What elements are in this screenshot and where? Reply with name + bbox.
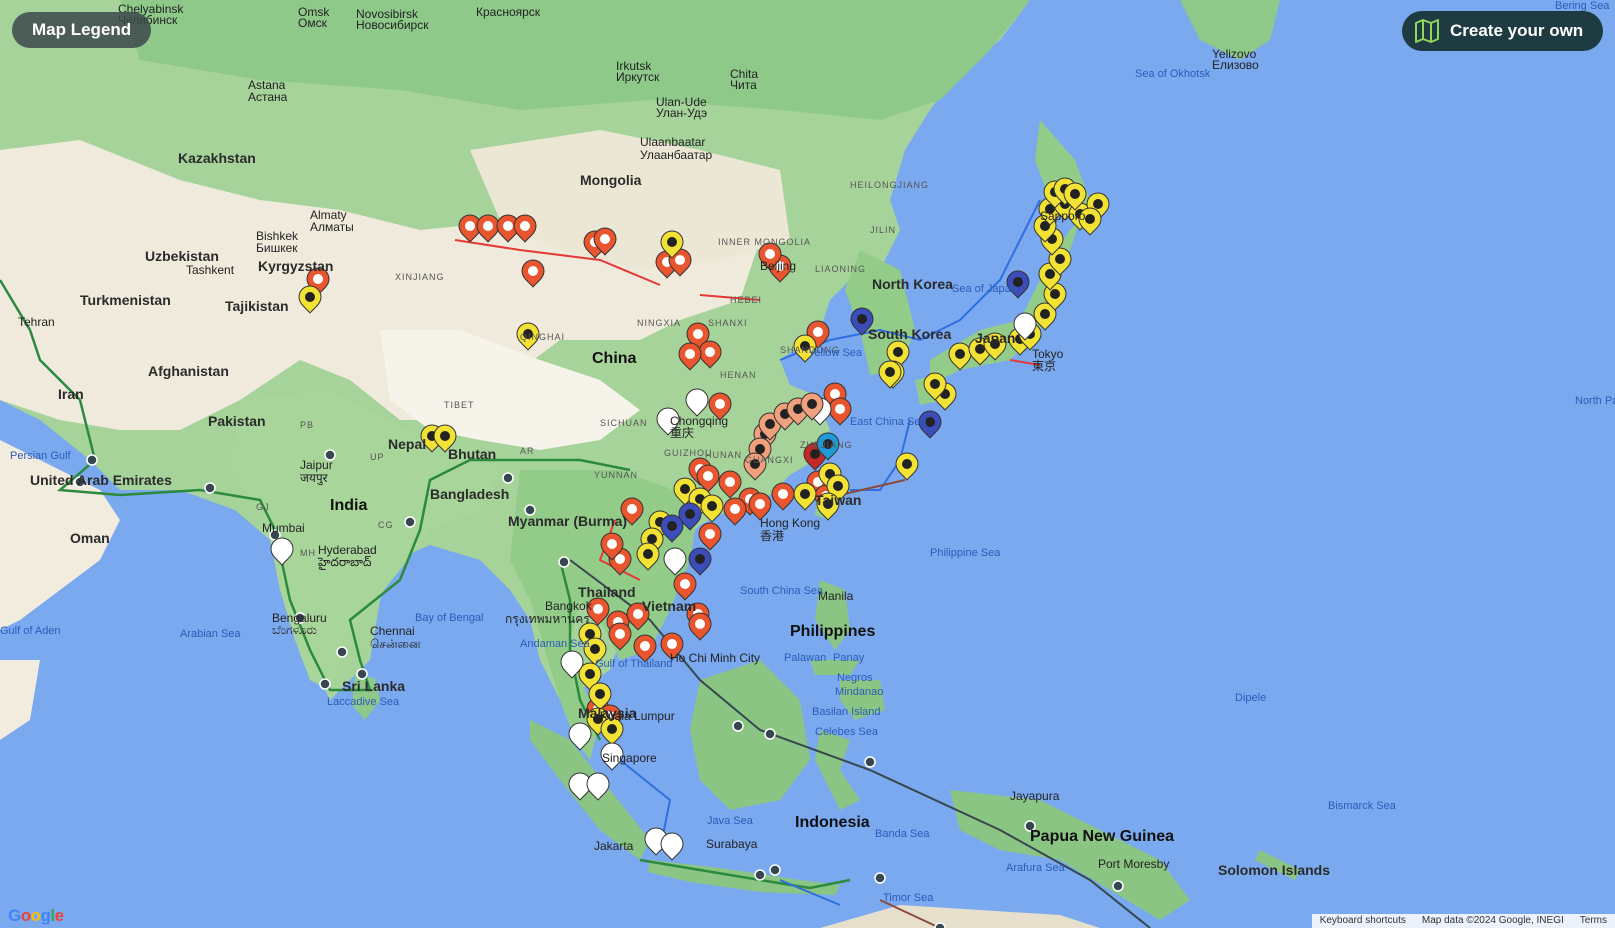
waypoint-dot[interactable] xyxy=(524,504,536,516)
waypoint-dot[interactable] xyxy=(204,482,216,494)
waypoint-dot[interactable] xyxy=(558,556,570,568)
terms-link[interactable]: Terms xyxy=(1572,914,1615,928)
waypoint-dot[interactable] xyxy=(764,728,776,740)
waypoint-dot[interactable] xyxy=(404,516,416,528)
waypoint-dot[interactable] xyxy=(864,756,876,768)
waypoint-dot[interactable] xyxy=(336,646,348,658)
waypoint-dot[interactable] xyxy=(74,476,86,488)
world-map[interactable] xyxy=(0,0,1615,928)
waypoint-dot[interactable] xyxy=(319,678,331,690)
create-your-own-label: Create your own xyxy=(1450,21,1584,40)
waypoint-dot[interactable] xyxy=(769,864,781,876)
map-attribution-bar: Keyboard shortcuts Map data ©2024 Google… xyxy=(1311,914,1615,928)
waypoint-dot[interactable] xyxy=(294,612,306,624)
waypoint-dot[interactable] xyxy=(356,668,368,680)
google-logo: Google xyxy=(8,906,64,925)
map-data-credit: Map data ©2024 Google, INEGI xyxy=(1421,915,1564,926)
waypoint-dot[interactable] xyxy=(1024,820,1036,832)
waypoint-dot[interactable] xyxy=(874,872,886,884)
keyboard-shortcuts-link[interactable]: Keyboard shortcuts xyxy=(1312,914,1414,928)
waypoint-dot[interactable] xyxy=(934,922,946,928)
waypoint-dot[interactable] xyxy=(324,449,336,461)
waypoint-dot[interactable] xyxy=(754,869,766,881)
map-legend-button[interactable]: Map Legend xyxy=(12,12,152,48)
map-legend-label: Map Legend xyxy=(32,20,132,39)
waypoint-dot[interactable] xyxy=(502,472,514,484)
create-your-own-button[interactable]: Create your own xyxy=(1402,11,1604,51)
waypoint-dot[interactable] xyxy=(732,720,744,732)
waypoint-dot[interactable] xyxy=(1112,880,1124,892)
waypoint-dot[interactable] xyxy=(86,454,98,466)
map-icon xyxy=(1415,19,1439,43)
